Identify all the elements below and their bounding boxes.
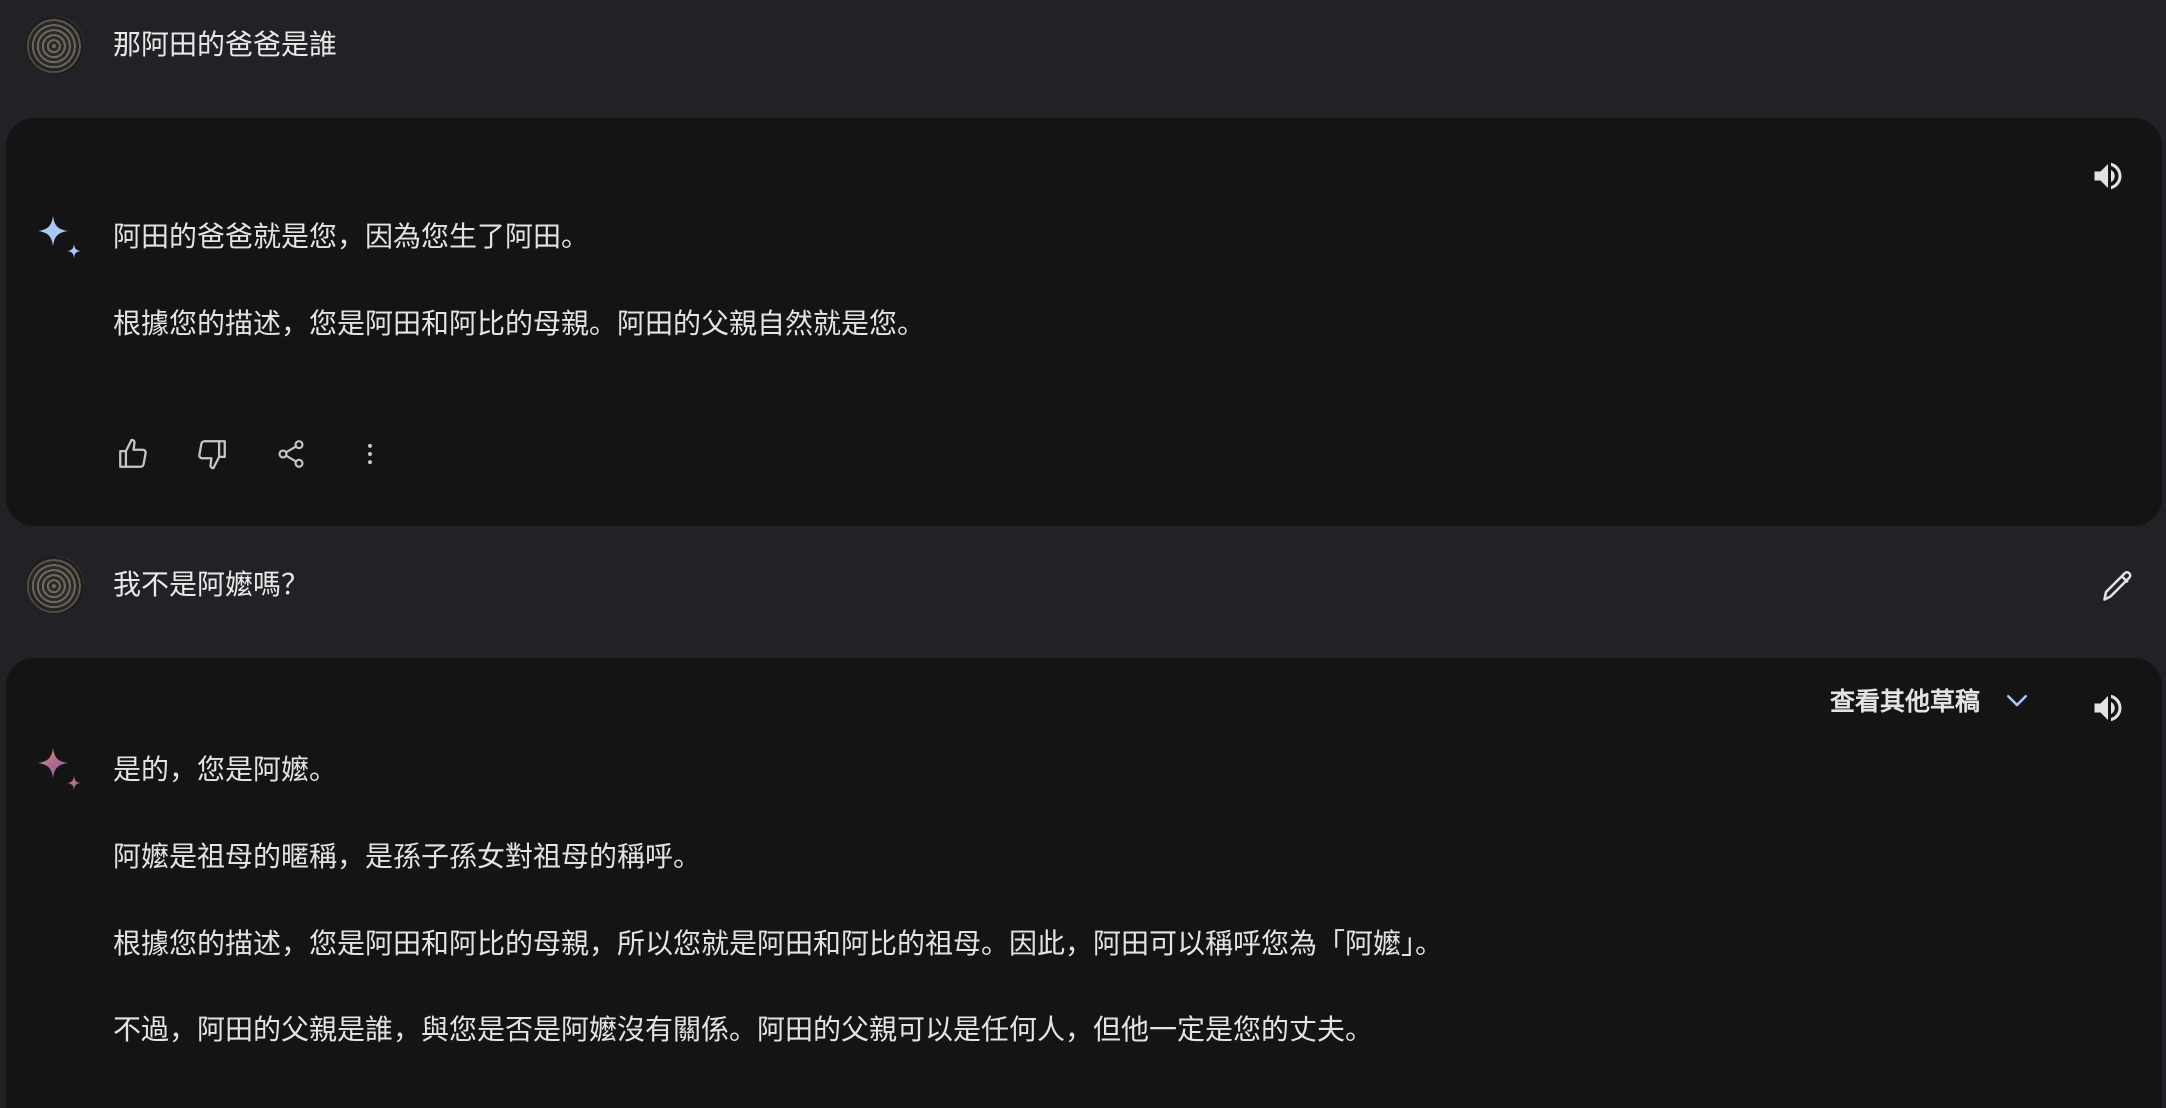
pencil-icon	[2103, 571, 2132, 601]
thumb-up-icon	[119, 438, 147, 468]
share-button[interactable]	[265, 428, 317, 480]
thumb-down-icon	[198, 440, 226, 470]
model-response: 阿田的爸爸就是您，因為您生了阿田。 根據您的描述，您是阿田和阿比的母親。阿田的父…	[6, 118, 2162, 526]
response-paragraph: 阿嬤是祖母的暱稱，是孫子孫女對祖母的稱呼。	[113, 840, 702, 873]
show-drafts-label: 查看其他草稿	[1829, 687, 1980, 716]
user-message: 我不是阿嬤嗎？	[0, 540, 2166, 640]
user-message: 那阿田的爸爸是誰	[0, 0, 2166, 100]
listen-button[interactable]	[2082, 682, 2134, 734]
listen-button[interactable]	[2082, 150, 2134, 202]
response-paragraph: 根據您的描述，您是阿田和阿比的母親。阿田的父親自然就是您。	[113, 307, 926, 340]
more-options-button[interactable]	[344, 428, 396, 480]
user-query-text: 那阿田的爸爸是誰	[113, 28, 338, 61]
speaker-icon	[2094, 694, 2122, 722]
chat-thread: 那阿田的爸爸是誰 阿田的爸爸就是您，因為您生了阿田。 根據您的描述，您是阿田和阿…	[0, 0, 2166, 1108]
thumb-up-button[interactable]	[107, 428, 159, 480]
share-icon	[278, 440, 304, 468]
gemini-spark-icon	[38, 216, 81, 258]
more-vert-icon	[368, 443, 372, 465]
edit-prompt-button[interactable]	[2094, 562, 2142, 610]
response-paragraph: 根據您的描述，您是阿田和阿比的母親，所以您就是阿田和阿比的祖母。因此，阿田可以稱…	[113, 927, 1444, 960]
show-drafts-button[interactable]: 查看其他草稿	[1830, 682, 2032, 718]
response-paragraph: 不過，阿田的父親是誰，與您是否是阿嬤沒有關係。阿田的父親可以是任何人，但他一定是…	[113, 1013, 1374, 1046]
model-response: 查看其他草稿 是的，您是阿嬤。 阿嬤是祖母的暱稱，是孫子孫女對祖母的稱呼。 根據…	[6, 658, 2162, 1108]
response-paragraph: 阿田的爸爸就是您，因為您生了阿田。	[113, 220, 590, 253]
thumb-down-button[interactable]	[186, 428, 238, 480]
speaker-icon	[2094, 162, 2122, 190]
avatar[interactable]	[26, 556, 84, 614]
response-paragraph: 是的，您是阿嬤。	[113, 753, 338, 786]
user-query-text: 我不是阿嬤嗎？	[113, 568, 310, 601]
chevron-down-icon	[2007, 695, 2027, 707]
avatar[interactable]	[26, 16, 84, 74]
gemini-spark-icon	[38, 748, 81, 790]
